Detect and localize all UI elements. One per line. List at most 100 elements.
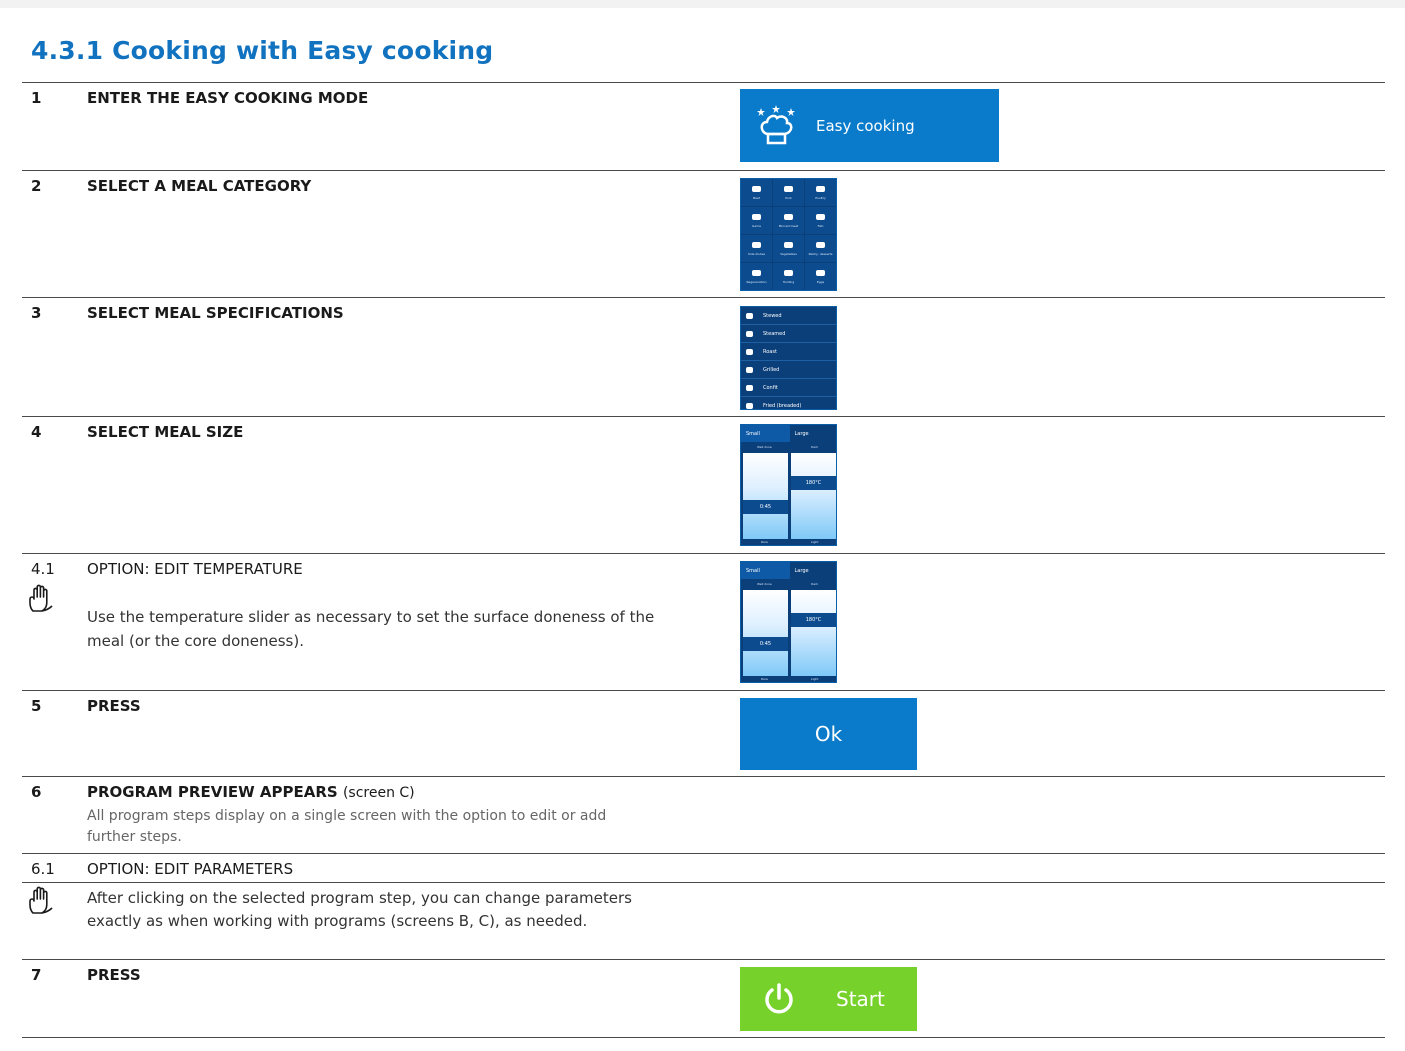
hand-icon (29, 584, 53, 612)
specification-item[interactable]: Confit (741, 379, 836, 397)
size-large-tab[interactable]: Large (790, 425, 839, 442)
size-small-tab[interactable]: Small (741, 425, 790, 442)
category-icon (816, 185, 825, 192)
category-tile[interactable]: Minced meat (773, 207, 804, 234)
meal-category-grid: Beef Pork Poultry Game Minced meat Fish Side d… (740, 178, 837, 291)
specification-label: Confit (763, 384, 778, 391)
step-number: 5 (31, 697, 42, 715)
slider-bottom-label: Light (811, 540, 819, 544)
category-icon (816, 213, 825, 220)
meal-specification-list: Stewed Steamed Roast Grilled Confit Fried (br… (740, 306, 837, 410)
category-label: Side dishes (747, 251, 766, 256)
easy-cooking-button[interactable]: Easy cooking (740, 89, 999, 162)
divider (22, 416, 1385, 417)
specification-item[interactable]: Fried (breaded) (741, 397, 836, 414)
divider (22, 882, 1385, 883)
category-icon (784, 185, 793, 192)
slider-top-label: Dark (811, 582, 819, 586)
time-slider[interactable]: 0:45 (743, 453, 788, 539)
size-small-tab[interactable]: Small (741, 562, 790, 579)
slider-bottom-label: Light (811, 677, 819, 681)
specification-label: Stewed (763, 312, 782, 319)
time-slider[interactable]: 0:45 (743, 590, 788, 676)
step-heading: ENTER THE EASY COOKING MODE (87, 89, 369, 107)
category-label: Pastry, desserts (808, 251, 833, 256)
step-heading: SELECT MEAL SPECIFICATIONS (87, 304, 344, 322)
divider (22, 1037, 1385, 1038)
category-label: Game (752, 223, 761, 228)
category-tile[interactable]: Beef (741, 179, 772, 206)
specification-icon (746, 402, 753, 409)
specification-item[interactable]: Grilled (741, 361, 836, 379)
category-tile[interactable]: Vegetables (773, 235, 804, 262)
step-heading: PRESS (87, 697, 141, 715)
category-tile[interactable]: Holding (773, 263, 804, 290)
slider-bottom-label: Rare (761, 540, 768, 544)
category-tile[interactable]: Poultry (805, 179, 836, 206)
category-icon (784, 241, 793, 248)
step-number: 6 (31, 783, 42, 801)
option-heading: OPTION: EDIT TEMPERATURE (87, 560, 303, 578)
temperature-value: 180°C (791, 476, 836, 490)
slider-bottom-label: Rare (761, 677, 768, 681)
step-heading: PROGRAM PREVIEW APPEARS (screen C) (87, 783, 415, 801)
ok-button[interactable]: Ok (740, 698, 917, 770)
specification-item[interactable]: Steamed (741, 325, 836, 343)
category-icon (752, 241, 761, 248)
specification-icon (746, 330, 753, 337)
easy-cooking-label: Easy cooking (816, 116, 915, 135)
slider-top-label: Well done (757, 445, 772, 449)
category-icon (752, 269, 761, 276)
category-icon (752, 213, 761, 220)
slider-top-label: Well done (757, 582, 772, 586)
specification-label: Steamed (763, 330, 786, 337)
category-tile[interactable]: Pork (773, 179, 804, 206)
category-label: Fish (817, 223, 824, 228)
start-label: Start (836, 987, 885, 1011)
step-number: 4 (31, 423, 42, 441)
step-body: After clicking on the selected program s… (87, 889, 632, 930)
step-number: 4.1 (31, 560, 55, 578)
category-tile[interactable]: Side dishes (741, 235, 772, 262)
category-tile[interactable]: Pastry, desserts (805, 235, 836, 262)
specification-item[interactable]: Roast (741, 343, 836, 361)
divider (22, 690, 1385, 691)
step-number: 1 (31, 89, 42, 107)
specification-label: Fried (breaded) (763, 402, 802, 409)
category-icon (816, 241, 825, 248)
specification-item[interactable]: Stewed (741, 307, 836, 325)
category-label: Beef (753, 195, 760, 200)
section-title: 4.3.1 Cooking with Easy cooking (31, 36, 494, 65)
divider (22, 170, 1385, 171)
meal-size-screen: Small Large Well done Dark 0:45 180°C Ra… (740, 424, 837, 546)
temperature-slider[interactable]: 180°C (791, 590, 836, 676)
category-label: Minced meat (778, 223, 799, 228)
size-large-tab[interactable]: Large (790, 562, 839, 579)
screen-note: (screen C) (342, 785, 415, 801)
divider (22, 553, 1385, 554)
step-body: Use the temperature slider as necessary … (87, 608, 655, 650)
category-label: Poultry (815, 195, 826, 200)
step-heading: PRESS (87, 966, 141, 984)
category-tile[interactable]: Game (741, 207, 772, 234)
category-tile[interactable]: Regeneration (741, 263, 772, 290)
category-label: Eggs (816, 279, 825, 284)
option-heading: OPTION: EDIT PARAMETERS (87, 860, 294, 878)
category-tile[interactable]: Eggs (805, 263, 836, 290)
step-number: 3 (31, 304, 42, 322)
step-body: All program steps display on a single sc… (87, 808, 607, 845)
start-button[interactable]: Start (740, 967, 917, 1031)
manual-page: 4.3.1 Cooking with Easy cooking 1 ENTER … (0, 8, 1405, 1051)
hand-icon (29, 886, 53, 914)
slider-top-label: Dark (811, 445, 819, 449)
divider (22, 853, 1385, 854)
time-value: 0:45 (743, 637, 788, 651)
temperature-slider[interactable]: 180°C (791, 453, 836, 539)
category-icon (816, 269, 825, 276)
category-tile[interactable]: Fish (805, 207, 836, 234)
specification-label: Grilled (763, 366, 780, 373)
specification-icon (746, 312, 753, 319)
step-heading: SELECT MEAL SIZE (87, 423, 244, 441)
category-icon (784, 269, 793, 276)
time-value: 0:45 (743, 500, 788, 514)
